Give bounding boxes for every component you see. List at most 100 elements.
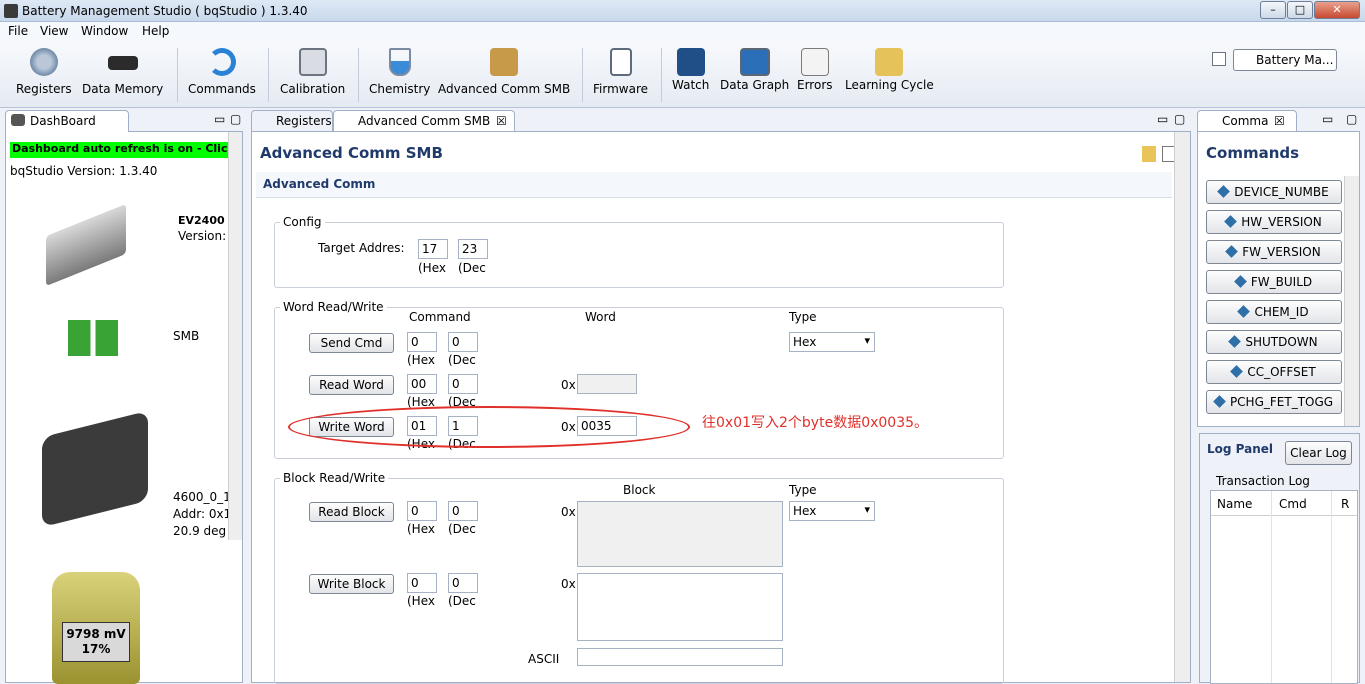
hex-unit: (Hex [407,353,435,367]
learning-icon [875,48,904,76]
toolbar-learning-cycle[interactable]: Learning Cycle [845,48,934,92]
toolbar-label: Advanced Comm SMB [438,82,571,96]
ascii-field[interactable] [577,648,783,666]
target-hex-input[interactable]: 17 [418,239,448,259]
firmware-icon [609,48,632,76]
send-hex-input[interactable]: 0 [407,332,437,352]
toolbar-registers[interactable]: Registers [16,48,72,96]
dashboard-scrollbar[interactable] [228,132,242,540]
menu-file[interactable]: File [8,24,28,38]
read-hex-input[interactable]: 00 [407,374,437,394]
perspective-label: Battery Ma... [1256,53,1334,67]
tab-commands-label: Comma [1222,114,1269,128]
cmd-hw-version[interactable]: HW_VERSION [1206,210,1342,234]
write-block-button[interactable]: Write Block [309,574,394,594]
refresh-banner[interactable]: Dashboard auto refresh is on - Click to [10,142,228,158]
menu-view[interactable]: View [40,24,68,38]
toolbar-label: Watch [672,78,710,92]
cmd-fw-build[interactable]: FW_BUILD [1206,270,1342,294]
page-title: Advanced Comm SMB [260,144,443,162]
read-word-button[interactable]: Read Word [309,375,394,395]
minimize-view-icon[interactable]: ▭ [1322,112,1333,126]
word-type-select[interactable]: Hex [789,332,875,352]
read-dec-input[interactable]: 0 [448,374,478,394]
maximize-icon[interactable]: □ [1287,1,1313,19]
close-icon[interactable]: ✕ [1314,1,1360,19]
minimize-view-icon[interactable]: ▭ [214,112,225,126]
word-column: Word [585,310,616,324]
close-tab-icon[interactable]: ☒ [496,111,507,131]
perspective-button[interactable]: Battery Ma... [1233,49,1337,71]
maximize-view-icon[interactable]: ▢ [230,112,241,126]
write-block-textarea[interactable] [577,573,783,641]
hex-unit: (Hex [418,261,446,275]
toolbar-chemistry[interactable]: Chemistry [369,48,430,96]
cmd-chem-id[interactable]: CHEM_ID [1206,300,1342,324]
toolbar-watch[interactable]: Watch [672,48,709,92]
minimize-view-icon[interactable]: ▭ [1157,112,1168,126]
cmd-pchg-fet-toggle[interactable]: PCHG_FET_TOGG [1206,390,1342,414]
write-block-dec-input[interactable]: 0 [448,573,478,593]
write-block-hex-input[interactable]: 0 [407,573,437,593]
menu-window[interactable]: Window [81,24,128,38]
cmd-fw-version[interactable]: FW_VERSION [1206,240,1342,264]
toolbar-data-graph[interactable]: Data Graph [720,48,789,92]
chip-icon [107,56,138,70]
toolbar-data-memory[interactable]: Data Memory [82,48,163,96]
ascii-label: ASCII [528,652,560,666]
dec-unit: (Dec [448,522,476,536]
toolbar-advanced-comm[interactable]: Advanced Comm SMB [438,48,570,96]
broom-icon[interactable] [1142,146,1156,162]
read-prefix: 0x [561,378,576,392]
toolbar-label: Calibration [280,82,346,96]
toolbar-calibration[interactable]: Calibration [280,48,345,96]
toolbar-firmware[interactable]: Firmware [593,48,648,96]
read-block-dec-input[interactable]: 0 [448,501,478,521]
hex-unit: (Hex [407,522,435,536]
chip-name: 4600_0_1 [173,490,231,504]
read-word-value [577,374,637,394]
cmd-cc-offset[interactable]: CC_OFFSET [1206,360,1342,384]
block-type-column: Type [789,483,817,497]
toolbox-icon [490,48,519,76]
maximize-view-icon[interactable]: ▢ [1174,112,1185,126]
minimize-icon[interactable]: – [1260,1,1286,19]
log-panel: Log Panel Clear Log Transaction Log Name… [1199,433,1360,684]
dashboard-tab-icon [11,114,25,126]
cmd-label: HW_VERSION [1241,215,1322,229]
cmd-device-number[interactable]: DEVICE_NUMBE [1206,180,1342,204]
tab-advanced-comm[interactable]: Advanced Comm SMB ☒ [333,110,515,132]
menu-bar: File View Window Help [0,22,1365,42]
maximize-view-icon[interactable]: ▢ [1346,112,1357,126]
send-cmd-button[interactable]: Send Cmd [309,333,394,353]
tab-commands[interactable]: Comma ☒ [1197,110,1297,132]
cmd-label: FW_VERSION [1242,245,1321,259]
cmd-label: DEVICE_NUMBE [1234,185,1329,199]
usb-icon [46,203,126,287]
toolbar-label: Firmware [593,82,648,96]
send-dec-input[interactable]: 0 [448,332,478,352]
open-perspective-icon[interactable] [1212,52,1226,66]
read-block-button[interactable]: Read Block [309,502,394,522]
tab-registers[interactable]: Registers [251,110,333,132]
config-label: Config [280,215,325,229]
commands-scrollbar[interactable] [1344,176,1359,426]
read-block-hex-input[interactable]: 0 [407,501,437,521]
cmd-shutdown[interactable]: SHUTDOWN [1206,330,1342,354]
toolbar-commands[interactable]: Commands [188,48,256,96]
clear-log-button[interactable]: Clear Log [1285,441,1352,465]
target-dec-input[interactable]: 23 [458,239,488,259]
transaction-table[interactable]: Name Cmd R [1210,490,1358,684]
command-column: Command [409,310,471,324]
main-scrollbar[interactable] [1174,132,1190,682]
annotation-ellipse [288,406,690,448]
col-name: Name [1217,497,1253,511]
close-tab-icon[interactable]: ☒ [1274,111,1285,131]
toolbar-errors[interactable]: Errors [797,48,833,92]
toolbar: Registers Data Memory Commands Calibrati… [0,42,1365,108]
read-block-textarea [577,501,783,567]
column-divider [1331,491,1332,683]
command-icon [1217,185,1231,198]
block-type-select[interactable]: Hex [789,501,875,521]
menu-help[interactable]: Help [142,24,169,38]
